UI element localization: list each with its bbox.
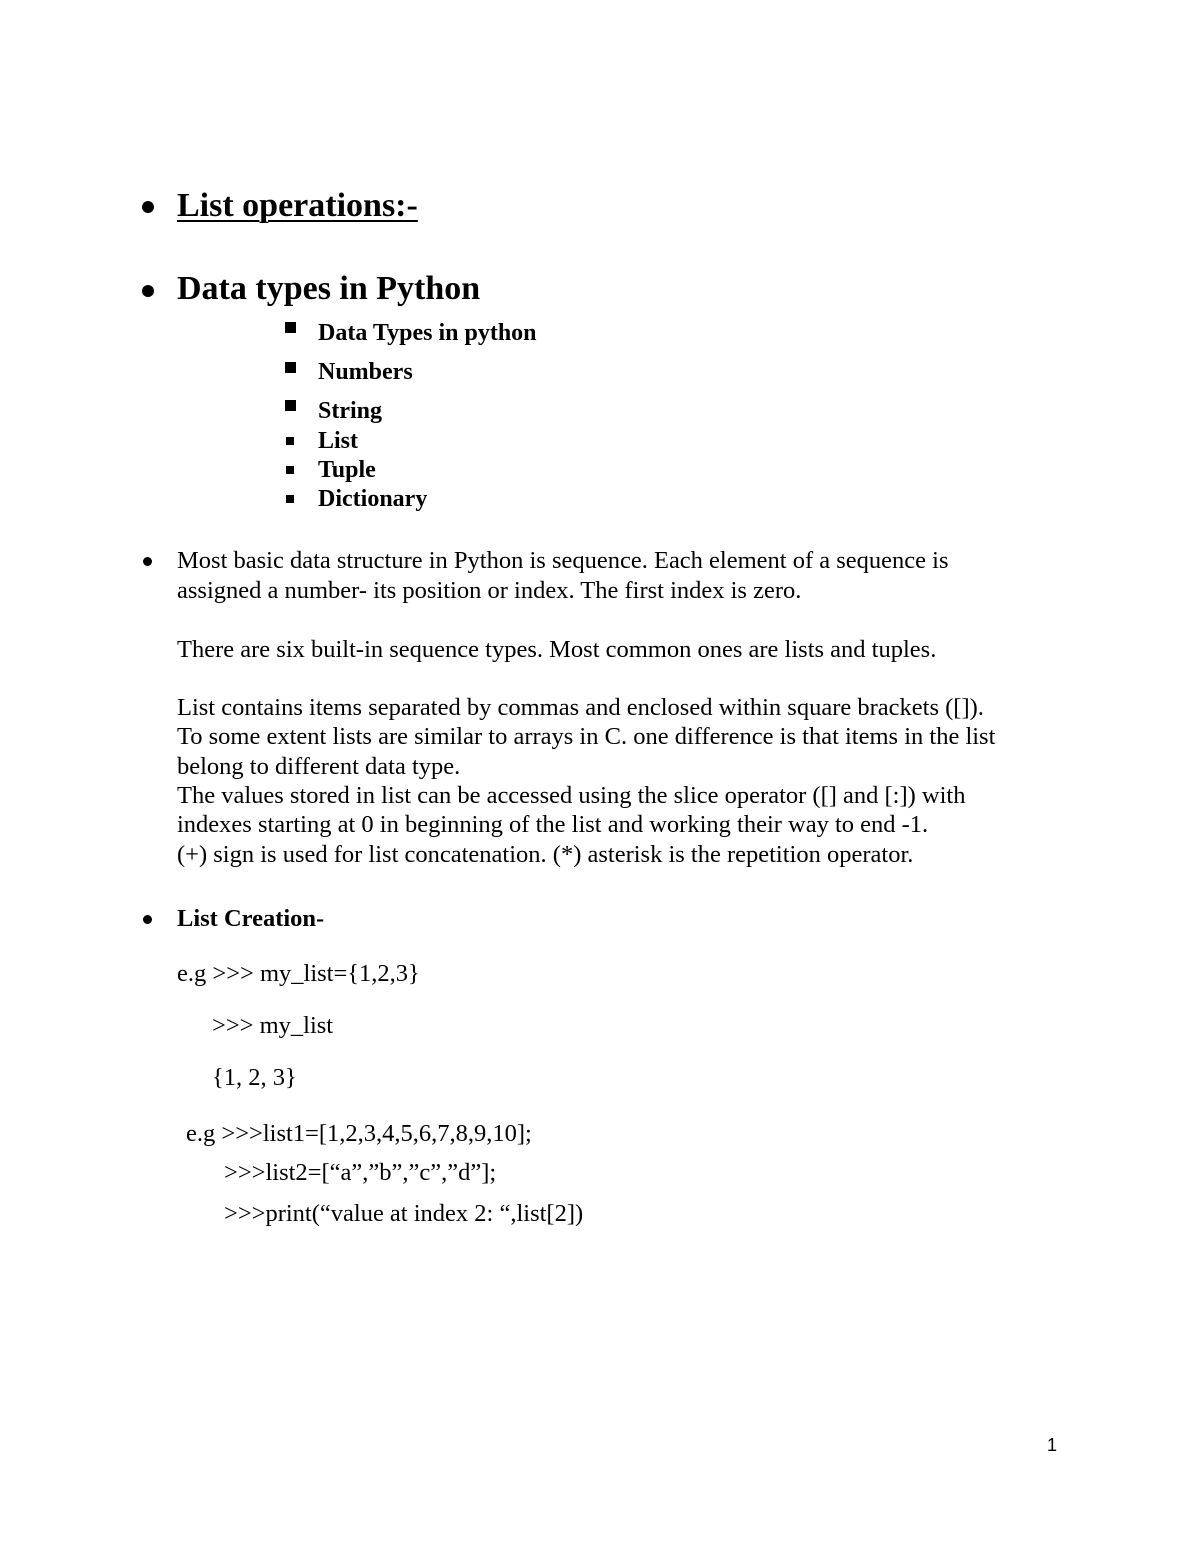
square-bullet-icon — [285, 400, 296, 411]
paragraph-sequence-line-2: assigned a number- its position or index… — [177, 577, 802, 604]
square-bullet-icon — [286, 466, 294, 474]
square-bullet-icon — [285, 362, 296, 373]
heading-list-creation: List Creation- — [177, 905, 325, 932]
paragraph-list-line: The values stored in list can be accesse… — [177, 782, 966, 809]
heading-list-operations: List operations:- — [177, 187, 418, 224]
paragraph-list-line: (+) sign is used for list concatenation.… — [177, 841, 914, 868]
code-example-line: >>>print(“value at index 2: “,list[2]) — [224, 1200, 584, 1227]
bullet-icon — [143, 915, 152, 924]
subitem-numbers: Numbers — [318, 359, 413, 385]
paragraph-sequence-types: There are six built-in sequence types. M… — [177, 636, 937, 663]
code-example-line: e.g >>> my_list={1,2,3} — [177, 960, 420, 987]
code-example-line: >>> my_list — [212, 1012, 334, 1039]
square-bullet-icon — [286, 437, 294, 445]
subitem-list: List — [318, 428, 359, 454]
paragraph-list-line: indexes starting at 0 in beginning of th… — [177, 811, 929, 838]
subitem-data-types-in-python: Data Types in python — [318, 320, 537, 346]
heading-data-types: Data types in Python — [177, 270, 481, 307]
bullet-icon — [142, 285, 154, 297]
paragraph-list-line: belong to different data type. — [177, 753, 461, 780]
paragraph-list-line: To some extent lists are similar to arra… — [177, 723, 996, 750]
paragraph-sequence-line-1: Most basic data structure in Python is s… — [177, 547, 949, 574]
page-number: 1 — [1047, 1435, 1058, 1455]
code-example-line: e.g >>>list1=[1,2,3,4,5,6,7,8,9,10]; — [186, 1120, 532, 1147]
square-bullet-icon — [285, 322, 296, 333]
bullet-icon — [143, 557, 152, 566]
subitem-tuple: Tuple — [318, 457, 376, 483]
subitem-dictionary: Dictionary — [318, 486, 428, 512]
paragraph-list-line: List contains items separated by commas … — [177, 694, 984, 721]
subitem-string: String — [318, 398, 383, 424]
bullet-icon — [142, 201, 154, 213]
code-example-line: >>>list2=[“a”,”b”,”c”,”d”]; — [224, 1159, 497, 1186]
code-example-line: {1, 2, 3} — [212, 1064, 297, 1091]
square-bullet-icon — [286, 495, 294, 503]
